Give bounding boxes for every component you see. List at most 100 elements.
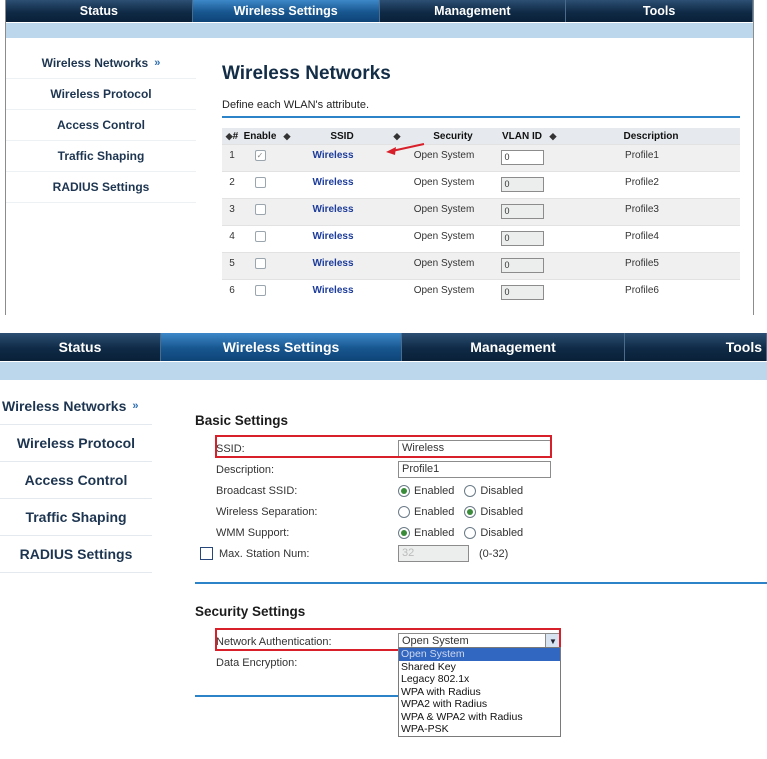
- auth-option[interactable]: WPA with Radius: [399, 686, 560, 699]
- table-row: 5 Wireless Open System 0 Profile5: [222, 252, 740, 280]
- broadcast-disabled-radio[interactable]: Disabled: [464, 484, 523, 497]
- ssid-link[interactable]: Wireless: [312, 177, 353, 188]
- security-cell: Open System: [388, 279, 500, 306]
- description-cell: Profile1: [544, 144, 740, 172]
- ssid-link[interactable]: Wireless: [312, 150, 353, 161]
- column-header-number[interactable]: ◆#: [222, 128, 242, 145]
- radio-unselected-icon: [464, 526, 477, 539]
- enable-checkbox[interactable]: [254, 285, 266, 296]
- enable-checkbox[interactable]: [254, 177, 266, 188]
- sidebar-item-wireless-networks[interactable]: Wireless Networks »: [6, 48, 196, 79]
- top-navigation: Status Wireless Settings Management Tool…: [6, 0, 753, 22]
- nav-tab-management[interactable]: Management: [402, 333, 625, 361]
- vlan-id-input[interactable]: 0: [500, 204, 544, 219]
- page-title: Wireless Networks: [222, 63, 391, 84]
- broadcast-enabled-radio[interactable]: Enabled: [398, 484, 454, 497]
- table-header-row: ◆# Enable ◆ SSID ◆ Security VLAN ID ◆ De…: [222, 128, 740, 145]
- sidebar-item-traffic-shaping[interactable]: Traffic Shaping: [0, 499, 152, 536]
- sub-nav-bar: [0, 362, 767, 380]
- table-row: 4 Wireless Open System 0 Profile4: [222, 225, 740, 253]
- broadcast-ssid-label: Broadcast SSID:: [216, 484, 298, 497]
- auth-option[interactable]: WPA-PSK: [399, 723, 560, 736]
- description-input[interactable]: Profile1: [398, 461, 551, 478]
- ssid-cell: Wireless: [278, 198, 388, 226]
- sub-nav-bar: [6, 23, 753, 38]
- radio-unselected-icon: [398, 505, 410, 518]
- auth-option[interactable]: WPA2 with Radius: [399, 698, 560, 711]
- sidebar-item-wireless-protocol[interactable]: Wireless Protocol: [6, 79, 196, 110]
- nav-tab-wireless-settings[interactable]: Wireless Settings: [161, 333, 402, 361]
- ssid-link[interactable]: Wireless: [312, 285, 353, 296]
- basic-settings-form: SSID: Wireless Description: Profile1 Bro…: [200, 435, 767, 564]
- nav-tab-status[interactable]: Status: [6, 0, 193, 22]
- wlan-table: ◆# Enable ◆ SSID ◆ Security VLAN ID ◆ De…: [222, 128, 740, 306]
- column-header-ssid: SSID: [296, 128, 388, 145]
- wireless-networks-panel: Status Wireless Settings Management Tool…: [5, 0, 754, 315]
- sidebar-item-access-control[interactable]: Access Control: [0, 462, 152, 499]
- separation-disabled-radio[interactable]: Disabled: [464, 505, 523, 518]
- ssid-link[interactable]: Wireless: [312, 204, 353, 215]
- sidebar-item-radius-settings[interactable]: RADIUS Settings: [0, 536, 152, 573]
- vlan-id-input[interactable]: 0: [500, 150, 544, 165]
- vlan-id-input[interactable]: 0: [500, 285, 544, 300]
- ssid-link[interactable]: Wireless: [312, 258, 353, 269]
- ssid-highlight-box: [215, 435, 552, 458]
- max-station-input[interactable]: 32: [398, 545, 469, 562]
- security-settings-form: Network Authentication: Open System ▼ Da…: [215, 628, 767, 737]
- radio-selected-icon: [398, 484, 410, 497]
- sidebar-item-wireless-networks[interactable]: Wireless Networks »: [0, 388, 152, 425]
- nav-tab-management[interactable]: Management: [380, 0, 567, 22]
- description-row: Description: Profile1: [216, 459, 767, 480]
- description-cell: Profile6: [544, 279, 740, 306]
- security-cell: Open System: [388, 252, 500, 280]
- table-row: 3 Wireless Open System 0 Profile3: [222, 198, 740, 226]
- column-header-vlan-id: VLAN ID: [500, 128, 544, 145]
- vlan-cell: 0: [500, 144, 544, 172]
- ssid-cell: Wireless: [278, 144, 388, 172]
- wireless-separation-row: Wireless Separation: Enabled Disabled: [216, 501, 767, 522]
- enable-cell: [242, 171, 278, 199]
- wmm-enabled-radio[interactable]: Enabled: [398, 526, 454, 539]
- row-number: 5: [222, 252, 242, 280]
- vlan-id-input[interactable]: 0: [500, 258, 544, 273]
- sort-icon[interactable]: ◆: [278, 128, 296, 145]
- auth-option[interactable]: Legacy 802.1x: [399, 673, 560, 686]
- max-station-checkbox[interactable]: [200, 547, 213, 560]
- nav-tab-tools[interactable]: Tools: [566, 0, 753, 22]
- enable-checkbox[interactable]: [254, 231, 266, 242]
- enable-checkbox[interactable]: [254, 258, 266, 269]
- nav-tab-status[interactable]: Status: [0, 333, 161, 361]
- enable-checkbox[interactable]: ✓: [254, 150, 266, 161]
- table-row: 1 ✓ Wireless Open System 0 Profile1: [222, 144, 740, 172]
- table-row: 2 Wireless Open System 0 Profile2: [222, 171, 740, 199]
- sidebar-item-access-control[interactable]: Access Control: [6, 110, 196, 141]
- enable-cell: [242, 252, 278, 280]
- vlan-id-input[interactable]: 0: [500, 177, 544, 192]
- security-settings-heading: Security Settings: [195, 604, 306, 619]
- double-chevron-right-icon: »: [154, 57, 161, 69]
- sidebar: Wireless Networks » Wireless Protocol Ac…: [0, 388, 152, 573]
- auth-option[interactable]: Open System: [399, 648, 560, 661]
- description-cell: Profile2: [544, 171, 740, 199]
- separation-enabled-radio[interactable]: Enabled: [398, 505, 454, 518]
- sidebar-item-traffic-shaping[interactable]: Traffic Shaping: [6, 141, 196, 172]
- wmm-disabled-radio[interactable]: Disabled: [464, 526, 523, 539]
- nav-tab-tools[interactable]: Tools: [625, 333, 767, 361]
- auth-option[interactable]: WPA & WPA2 with Radius: [399, 711, 560, 724]
- sidebar-item-radius-settings[interactable]: RADIUS Settings: [6, 172, 196, 203]
- auth-option[interactable]: Shared Key: [399, 661, 560, 674]
- sort-icon[interactable]: ◆: [544, 128, 562, 145]
- vlan-id-input[interactable]: 0: [500, 231, 544, 246]
- basic-settings-panel: Status Wireless Settings Management Tool…: [0, 333, 767, 759]
- row-number: 6: [222, 279, 242, 306]
- sidebar-item-label: Wireless Networks: [2, 398, 127, 414]
- sidebar-item-wireless-protocol[interactable]: Wireless Protocol: [0, 425, 152, 462]
- ssid-link[interactable]: Wireless: [312, 231, 353, 242]
- ssid-cell: Wireless: [278, 225, 388, 253]
- nav-tab-wireless-settings[interactable]: Wireless Settings: [192, 0, 380, 22]
- double-chevron-right-icon: »: [132, 400, 139, 412]
- enable-checkbox[interactable]: [254, 204, 266, 215]
- max-station-row: Max. Station Num: 32 (0-32): [200, 543, 767, 564]
- radio-unselected-icon: [464, 484, 477, 497]
- security-cell: Open System: [388, 225, 500, 253]
